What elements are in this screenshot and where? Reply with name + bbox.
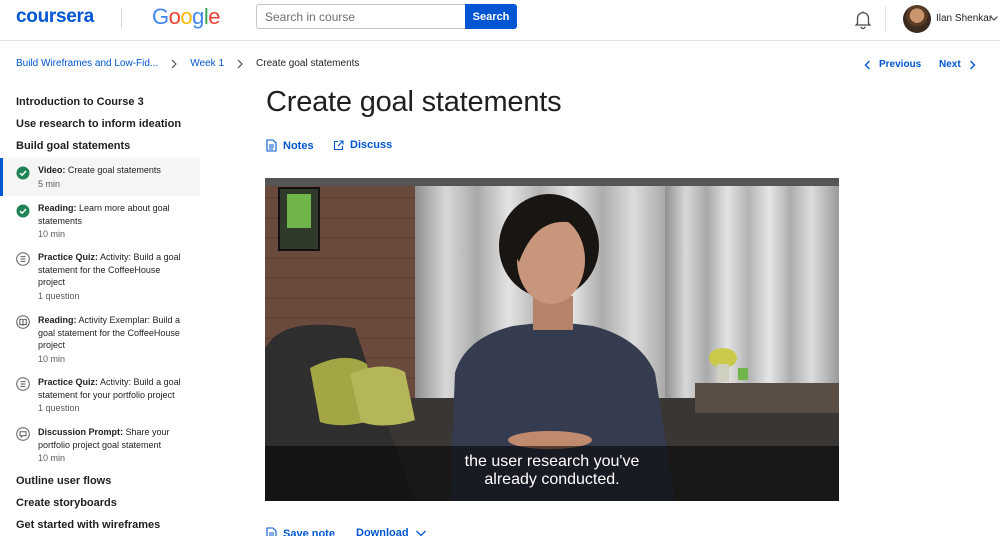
notes-icon — [266, 527, 277, 536]
sidebar-item-reading-learn-more[interactable]: Reading: Learn more about goal statement… — [0, 200, 200, 242]
search-button[interactable]: Search — [465, 4, 517, 29]
chevron-right-icon — [237, 59, 243, 68]
sidebar-section-intro[interactable]: Introduction to Course 3 — [16, 96, 144, 108]
header-divider — [885, 6, 886, 32]
sidebar-item-practice-quiz-coffeehouse[interactable]: Practice Quiz: Activity: Build a goal st… — [0, 250, 200, 304]
breadcrumb-week-link[interactable]: Week 1 — [190, 58, 224, 69]
sidebar-item-title: Practice Quiz: Activity: Build a goal st… — [38, 376, 188, 401]
page-title: Create goal statements — [266, 86, 562, 118]
breadcrumb: Build Wireframes and Low-Fid... Week 1 C… — [16, 58, 359, 69]
sidebar-section-wireframes[interactable]: Get started with wireframes — [16, 519, 160, 531]
chevron-down-icon — [415, 530, 426, 536]
next-label: Next — [939, 59, 961, 70]
quiz-icon — [16, 377, 30, 391]
item-meta: 10 min — [38, 229, 66, 239]
sidebar-section-goal-statements[interactable]: Build goal statements — [16, 140, 130, 152]
chevron-right-icon — [969, 60, 976, 69]
sidebar-item-title: Video: Create goal statements — [38, 164, 188, 177]
sidebar-item-reading-exemplar[interactable]: Reading: Activity Exemplar: Build a goal… — [0, 313, 200, 367]
logo-divider — [121, 8, 122, 28]
breadcrumb-course-link[interactable]: Build Wireframes and Low-Fid... — [16, 58, 158, 69]
search-bar: Search — [256, 4, 517, 29]
save-note-label: Save note — [283, 527, 335, 536]
caption-line: the user research you've — [464, 453, 640, 470]
item-meta: 1 question — [38, 291, 80, 301]
item-type: Video: — [38, 165, 66, 175]
user-name[interactable]: Ilan Shenkar — [936, 13, 992, 24]
bell-icon[interactable] — [852, 8, 874, 30]
item-meta: 10 min — [38, 354, 66, 364]
external-link-icon — [333, 139, 344, 150]
video-player[interactable]: the user research you've already conduct… — [265, 178, 839, 501]
google-logo-letter: o — [180, 4, 193, 29]
notes-icon — [266, 139, 277, 152]
check-circle-icon — [16, 204, 30, 218]
google-logo[interactable]: Google — [152, 4, 221, 30]
next-button[interactable]: Next — [939, 59, 976, 70]
notes-label: Notes — [283, 139, 314, 152]
sidebar-item-title: Reading: Learn more about goal statement… — [38, 202, 188, 227]
coursera-logo[interactable]: coursera — [16, 6, 94, 28]
breadcrumb-current: Create goal statements — [256, 58, 360, 69]
item-type: Practice Quiz: — [38, 252, 99, 262]
sidebar-section-storyboards[interactable]: Create storyboards — [16, 497, 117, 509]
item-meta: 1 question — [38, 403, 80, 413]
top-header: coursera Google Search Ilan Shenkar — [0, 0, 1000, 41]
discussion-icon — [16, 427, 30, 441]
sidebar-section-research[interactable]: Use research to inform ideation — [16, 118, 181, 130]
caption-line: already conducted. — [484, 471, 620, 488]
sidebar-item-practice-quiz-portfolio[interactable]: Practice Quiz: Activity: Build a goal st… — [0, 375, 200, 417]
chevron-down-icon[interactable] — [989, 13, 999, 23]
sidebar-item-title: Practice Quiz: Activity: Build a goal st… — [38, 251, 188, 289]
google-logo-letter: g — [192, 4, 204, 29]
discuss-button[interactable]: Discuss — [333, 139, 392, 151]
item-meta: 10 min — [38, 453, 66, 463]
download-dropdown[interactable]: Download — [356, 527, 427, 536]
item-type: Reading: — [38, 315, 77, 325]
avatar[interactable] — [903, 5, 931, 33]
sidebar-item-video-create-goal-statements[interactable]: Video: Create goal statements 5 min — [0, 158, 200, 196]
quiz-icon — [16, 252, 30, 266]
reading-icon — [16, 315, 30, 329]
google-logo-letter: o — [168, 4, 181, 29]
chevron-right-icon — [171, 59, 178, 68]
google-logo-letter: G — [152, 4, 169, 29]
sidebar-item-title: Reading: Activity Exemplar: Build a goal… — [38, 314, 188, 352]
chevron-left-icon — [864, 60, 870, 69]
item-meta: 5 min — [38, 179, 61, 189]
check-circle-icon — [16, 166, 30, 180]
search-input[interactable] — [256, 4, 465, 29]
previous-button[interactable]: Previous — [864, 59, 921, 70]
sidebar-item-discussion-prompt[interactable]: Discussion Prompt: Share your portfolio … — [0, 425, 200, 467]
item-title: Create goal statements — [67, 165, 161, 175]
item-type: Practice Quiz: — [38, 377, 99, 387]
previous-label: Previous — [879, 59, 922, 70]
discuss-label: Discuss — [350, 139, 393, 151]
save-note-button[interactable]: Save note — [266, 527, 335, 536]
sidebar-item-title: Discussion Prompt: Share your portfolio … — [38, 426, 188, 451]
sidebar-section-user-flows[interactable]: Outline user flows — [16, 475, 111, 487]
item-type: Reading: — [38, 203, 77, 213]
download-label: Download — [356, 527, 409, 536]
notes-button[interactable]: Notes — [266, 139, 314, 152]
google-logo-letter: e — [208, 4, 221, 29]
item-type: Discussion Prompt: — [38, 427, 124, 437]
